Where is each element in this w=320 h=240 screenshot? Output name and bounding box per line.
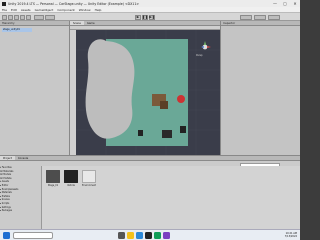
move-tool-icon[interactable] bbox=[8, 14, 13, 20]
system-clock[interactable]: 10:21 AM 7/13/2022 bbox=[285, 232, 297, 238]
dark-box-object bbox=[162, 130, 172, 138]
menu-component[interactable]: Component bbox=[57, 8, 74, 12]
play-button[interactable]: ▶ bbox=[135, 14, 141, 20]
edge-icon[interactable] bbox=[136, 232, 143, 239]
taskbar-search-input[interactable] bbox=[13, 232, 53, 239]
inspector-panel: Inspector bbox=[220, 21, 300, 155]
tab-project[interactable]: Project bbox=[0, 156, 15, 160]
taskbar: 10:21 AM 7/13/2022 bbox=[0, 229, 300, 240]
asset-label: Vehicle bbox=[67, 183, 75, 187]
hand-tool-icon[interactable] bbox=[2, 14, 7, 20]
step-button[interactable]: ▶❚ bbox=[149, 14, 155, 20]
window-title: Unity 2019.4 LTS — Personal — CarStage.u… bbox=[8, 1, 140, 6]
pause-button[interactable]: ❚❚ bbox=[142, 14, 148, 20]
asset-thumbnail bbox=[46, 170, 60, 183]
rect-tool-icon[interactable] bbox=[26, 14, 31, 20]
global-toggle[interactable] bbox=[45, 14, 55, 20]
hierarchy-item-selected[interactable]: stage_unity01 bbox=[2, 28, 32, 32]
asset-item[interactable]: Environment bbox=[82, 170, 96, 188]
menu-edit[interactable]: Edit bbox=[11, 8, 17, 12]
close-button[interactable]: ✕ bbox=[290, 0, 300, 7]
menu-gameobject[interactable]: GameObject bbox=[35, 8, 54, 12]
toolbar: ▶ ❚❚ ▶❚ bbox=[0, 13, 300, 21]
menu-help[interactable]: Help bbox=[95, 8, 102, 12]
file-explorer-icon[interactable] bbox=[127, 232, 134, 239]
scene-persp-label: Persp bbox=[196, 54, 203, 57]
visual-studio-icon[interactable] bbox=[163, 232, 170, 239]
asset-thumbnail bbox=[64, 170, 78, 183]
crate-object-small bbox=[160, 101, 168, 109]
tab-inspector[interactable]: Inspector bbox=[221, 21, 300, 26]
start-icon[interactable] bbox=[3, 232, 10, 239]
asset-item[interactable]: Vehicle bbox=[64, 170, 78, 188]
maximize-button[interactable]: ▢ bbox=[280, 0, 290, 7]
pivot-toggle[interactable] bbox=[34, 14, 44, 20]
red-sphere-object bbox=[177, 95, 185, 103]
scene-gizmo-icon[interactable] bbox=[196, 40, 212, 54]
rotate-tool-icon[interactable] bbox=[14, 14, 19, 20]
asset-label: Environment bbox=[82, 183, 96, 187]
menu-file[interactable]: File bbox=[2, 8, 7, 12]
scale-tool-icon[interactable] bbox=[20, 14, 25, 20]
unity-icon[interactable] bbox=[145, 232, 152, 239]
tab-game[interactable]: Game bbox=[84, 21, 98, 25]
asset-grid: Stage_01 Vehicle Environment bbox=[42, 166, 300, 229]
asset-label: Stage_01 bbox=[47, 183, 59, 187]
asset-thumbnail bbox=[82, 170, 96, 183]
project-tree: ▾ Favorites All Materials All Models All… bbox=[0, 166, 42, 229]
tab-scene[interactable]: Scene bbox=[70, 21, 84, 25]
minimize-button[interactable]: — bbox=[270, 0, 280, 7]
tree-item[interactable]: ▸ Packages bbox=[0, 209, 41, 213]
layout-dropdown[interactable] bbox=[268, 14, 280, 20]
asset-item[interactable]: Stage_01 bbox=[46, 170, 60, 188]
title-bar: Unity 2019.4 LTS — Personal — CarStage.u… bbox=[0, 0, 300, 7]
task-view-icon[interactable] bbox=[118, 232, 125, 239]
hierarchy-panel: Hierarchy stage_unity01 bbox=[0, 21, 70, 155]
camera-object bbox=[180, 126, 186, 133]
tab-console[interactable]: Console bbox=[15, 156, 31, 160]
clock-date: 7/13/2022 bbox=[284, 235, 297, 239]
chrome-icon[interactable] bbox=[154, 232, 161, 239]
tab-hierarchy[interactable]: Hierarchy bbox=[0, 21, 69, 26]
menu-window[interactable]: Window bbox=[79, 8, 91, 12]
light-object bbox=[138, 130, 143, 136]
menu-assets[interactable]: Assets bbox=[21, 8, 31, 12]
account-dropdown[interactable] bbox=[240, 14, 252, 20]
layers-dropdown[interactable] bbox=[254, 14, 266, 20]
unity-logo-icon bbox=[2, 1, 6, 6]
rock-mesh bbox=[85, 39, 135, 139]
